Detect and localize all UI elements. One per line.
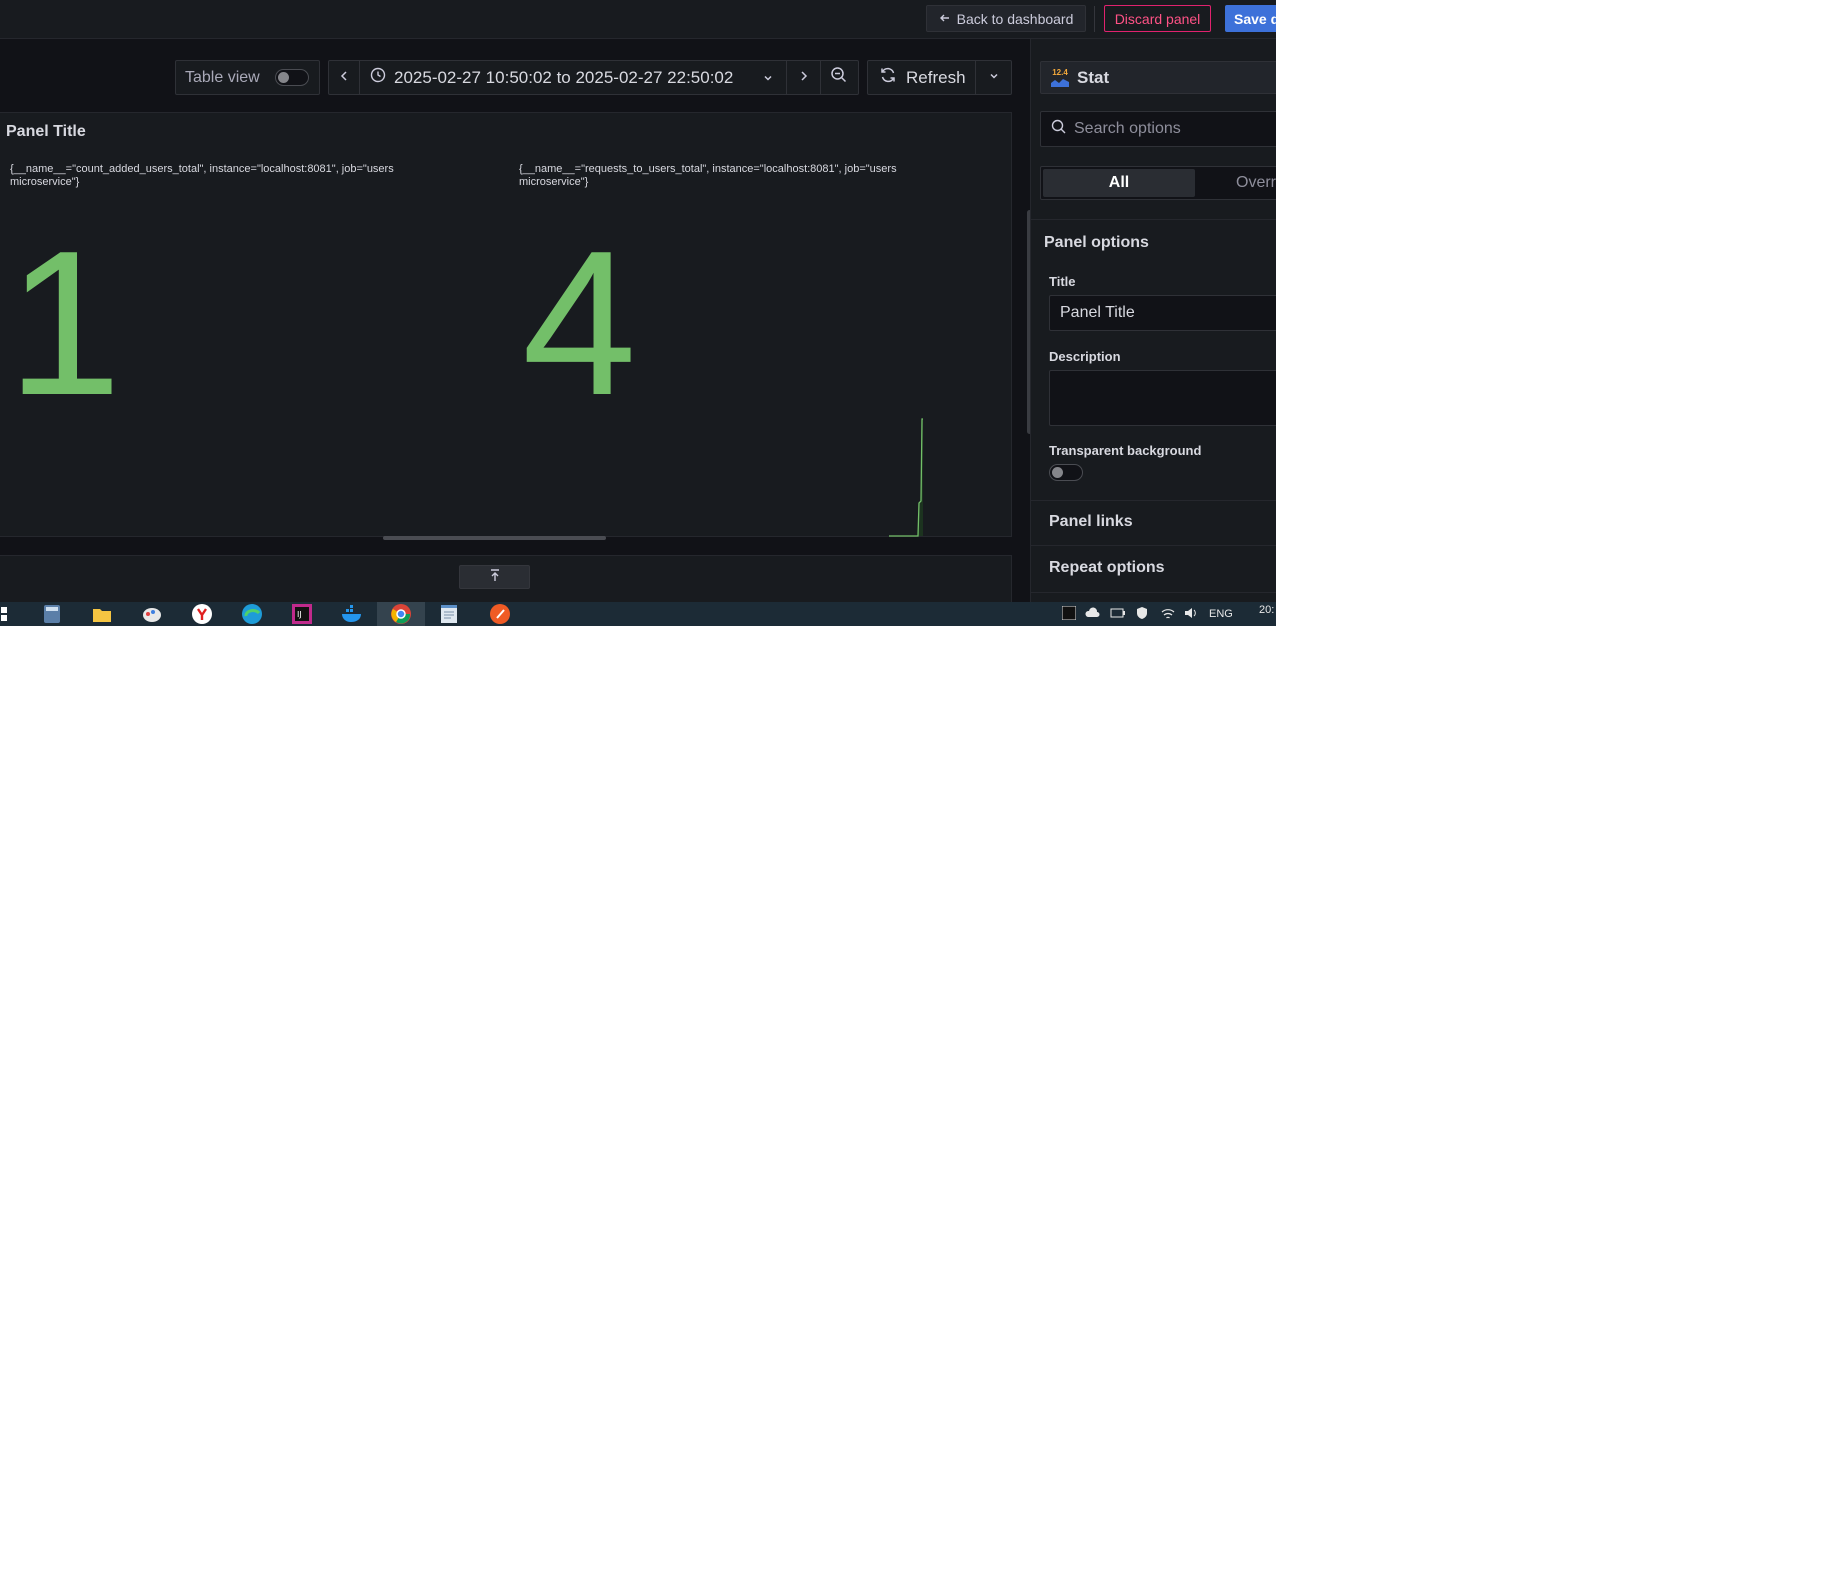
svg-text:IJ: IJ bbox=[297, 610, 302, 619]
arrow-up-to-line-icon bbox=[489, 568, 501, 587]
panel-options-heading[interactable]: Panel options bbox=[1044, 234, 1149, 252]
chrome-icon[interactable] bbox=[377, 602, 425, 626]
time-range-picker[interactable]: 2025-02-27 10:50:02 to 2025-02-27 22:50:… bbox=[360, 61, 786, 94]
back-to-dashboard-button[interactable]: Back to dashboard bbox=[926, 5, 1086, 32]
stat-sparkline bbox=[889, 418, 923, 537]
save-dashboard-button[interactable]: Save d bbox=[1225, 5, 1276, 32]
search-icon bbox=[1051, 119, 1066, 139]
search-placeholder: Search options bbox=[1074, 120, 1181, 137]
divider bbox=[1094, 6, 1095, 32]
clock-icon bbox=[370, 67, 386, 88]
description-field[interactable] bbox=[1049, 370, 1276, 426]
time-back-button[interactable] bbox=[329, 61, 360, 94]
paint-icon[interactable] bbox=[132, 602, 172, 626]
visualization-picker[interactable]: 12.4 Stat bbox=[1040, 61, 1276, 94]
yandex-browser-icon[interactable] bbox=[182, 602, 222, 626]
chevron-down-icon bbox=[988, 69, 1000, 87]
title-field-label: Title bbox=[1049, 274, 1076, 289]
cloud-tray-icon[interactable] bbox=[1085, 606, 1101, 623]
zoom-out-button[interactable] bbox=[820, 61, 858, 94]
collapse-to-top-button[interactable] bbox=[459, 565, 530, 589]
zoom-out-icon bbox=[830, 66, 848, 89]
grafana-window: Back to dashboard Discard panel Save d T… bbox=[0, 0, 1276, 626]
tab-all[interactable]: All bbox=[1043, 169, 1195, 197]
windows-taskbar: IJ ENG 20: bbox=[0, 602, 1276, 626]
options-pane: 12.4 Stat Search options All Overr Panel… bbox=[1030, 39, 1276, 602]
stat-value: 1 bbox=[7, 208, 122, 438]
arrow-left-icon bbox=[939, 11, 951, 27]
discard-panel-label: Discard panel bbox=[1114, 10, 1201, 27]
back-to-dashboard-label: Back to dashboard bbox=[956, 10, 1074, 27]
time-picker-group: 2025-02-27 10:50:02 to 2025-02-27 22:50:… bbox=[328, 60, 859, 95]
refresh-icon bbox=[879, 66, 897, 89]
file-explorer-icon[interactable] bbox=[82, 602, 122, 626]
refresh-button[interactable]: Refresh bbox=[868, 61, 975, 94]
divider bbox=[1031, 592, 1276, 593]
chevron-left-icon bbox=[339, 69, 349, 87]
stat-series-label: {__name__="requests_to_users_total", ins… bbox=[519, 163, 897, 188]
save-dashboard-label: Save d bbox=[1234, 10, 1276, 27]
tab-overrides[interactable]: Overr bbox=[1236, 169, 1276, 197]
options-filter-tabs: All Overr bbox=[1040, 166, 1276, 200]
transparent-background-switch[interactable] bbox=[1049, 464, 1083, 481]
edge-browser-icon[interactable] bbox=[232, 602, 272, 626]
description-field-label: Description bbox=[1049, 349, 1121, 364]
repeat-options-section[interactable]: Repeat options bbox=[1049, 559, 1165, 577]
time-range-text: 2025-02-27 10:50:02 to 2025-02-27 22:50:… bbox=[394, 67, 734, 87]
calculator-icon[interactable] bbox=[32, 602, 72, 626]
divider bbox=[1031, 545, 1276, 546]
visualization-name: Stat bbox=[1077, 67, 1110, 87]
transparent-background-label: Transparent background bbox=[1049, 443, 1202, 458]
table-view-label: Table view bbox=[185, 68, 260, 86]
stat-panel: Panel Title {__name__="count_added_users… bbox=[0, 112, 1012, 540]
panel-title: Panel Title bbox=[6, 123, 86, 140]
docker-icon[interactable] bbox=[332, 602, 372, 626]
volume-icon[interactable] bbox=[1183, 606, 1199, 623]
refresh-picker: Refresh bbox=[867, 60, 1012, 95]
divider bbox=[1031, 500, 1276, 501]
horizontal-scrollbar[interactable] bbox=[383, 536, 606, 540]
title-field-value: Panel Title bbox=[1060, 304, 1135, 321]
refresh-label: Refresh bbox=[906, 67, 966, 87]
panel-editor-main: Table view 2025-02-27 10:50:02 to 2025-0… bbox=[0, 39, 1030, 615]
chevron-right-icon bbox=[799, 69, 809, 87]
discard-panel-button[interactable]: Discard panel bbox=[1104, 5, 1211, 32]
stat-viz-icon: 12.4 bbox=[1051, 67, 1069, 87]
table-view-toggle[interactable]: Table view bbox=[175, 60, 320, 95]
top-bar: Back to dashboard Discard panel Save d bbox=[0, 0, 1276, 39]
stat-value: 4 bbox=[522, 208, 637, 438]
system-clock[interactable]: 20: bbox=[1259, 604, 1274, 616]
intellij-idea-icon[interactable]: IJ bbox=[282, 602, 322, 626]
divider bbox=[1031, 219, 1276, 220]
wifi-icon[interactable] bbox=[1160, 606, 1176, 623]
panel-links-section[interactable]: Panel links bbox=[1049, 513, 1133, 531]
search-options-input[interactable]: Search options bbox=[1040, 111, 1276, 147]
viz-version-label: 12.4 bbox=[1052, 67, 1068, 77]
time-forward-button[interactable] bbox=[786, 61, 821, 94]
battery-icon[interactable] bbox=[1110, 606, 1126, 623]
start-icon[interactable] bbox=[0, 602, 14, 626]
postman-icon[interactable] bbox=[480, 602, 520, 626]
refresh-interval-dropdown[interactable] bbox=[975, 61, 1012, 94]
intellij-tray-icon[interactable] bbox=[1061, 605, 1077, 623]
language-indicator[interactable]: ENG bbox=[1209, 608, 1233, 620]
title-field[interactable]: Panel Title bbox=[1049, 295, 1276, 331]
stat-series-label: {__name__="count_added_users_total", ins… bbox=[10, 163, 394, 188]
table-view-switch[interactable] bbox=[275, 69, 309, 86]
chevron-down-icon bbox=[762, 69, 774, 89]
windows-security-icon[interactable] bbox=[1135, 606, 1149, 623]
notepad-icon[interactable] bbox=[429, 602, 469, 626]
